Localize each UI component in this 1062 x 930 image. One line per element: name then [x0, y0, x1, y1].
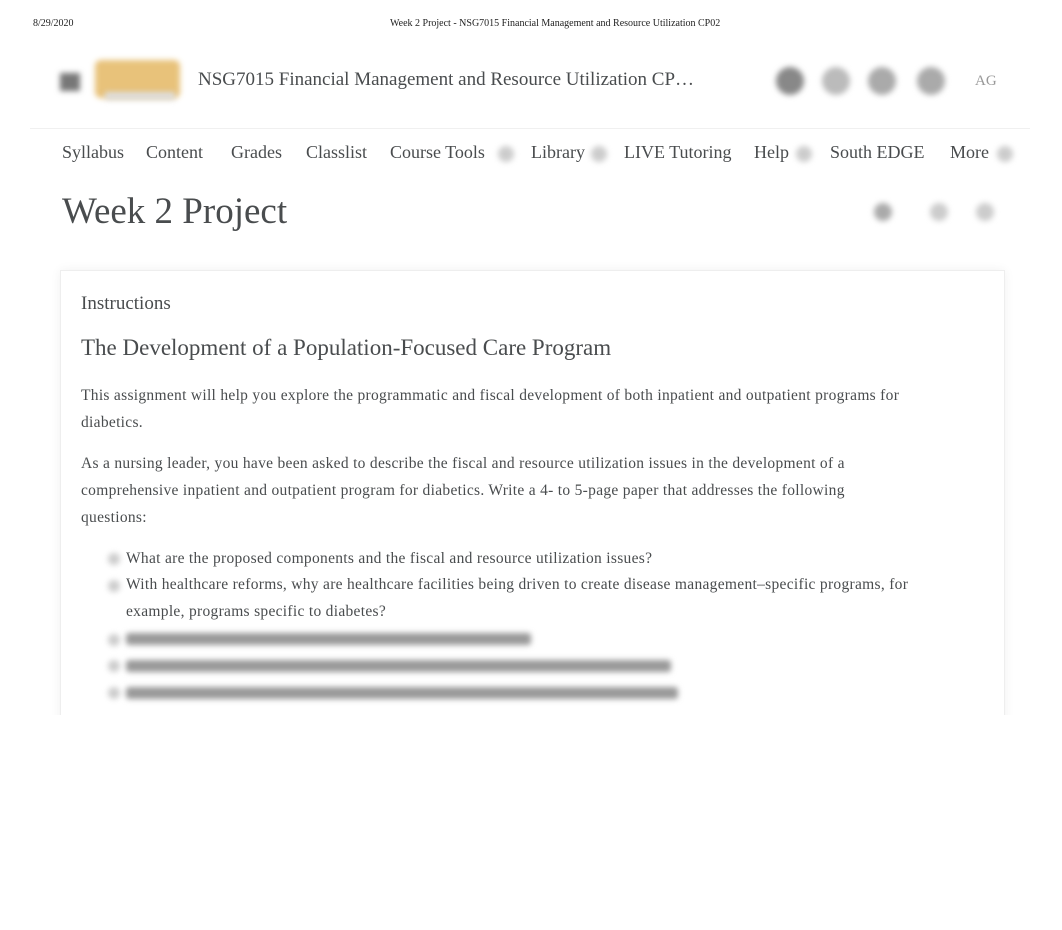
blurred-list-item [126, 633, 531, 645]
nav-help[interactable]: Help [754, 142, 789, 163]
nav-live-tutoring[interactable]: LIVE Tutoring [624, 142, 732, 163]
next-icon[interactable] [976, 203, 994, 221]
page-title: Week 2 Project [62, 191, 288, 232]
user-initials[interactable]: AG [975, 73, 997, 90]
blurred-list-item [126, 660, 671, 672]
course-title[interactable]: NSG7015 Financial Management and Resourc… [198, 69, 694, 91]
print-title: Week 2 Project - NSG7015 Financial Manag… [390, 18, 721, 29]
menu-icon[interactable] [60, 73, 80, 91]
waffle-icon[interactable] [776, 67, 804, 95]
user-avatar-icon[interactable] [917, 67, 945, 95]
notification-icon[interactable] [868, 67, 896, 95]
nav-classlist[interactable]: Classlist [306, 142, 367, 163]
chevron-down-icon[interactable] [591, 146, 607, 162]
paragraph: As a nursing leader, you have been asked… [81, 455, 845, 526]
page-end [0, 715, 1062, 930]
assignment-heading: The Development of a Population-Focused … [81, 335, 612, 360]
bullet-icon [108, 687, 120, 699]
section-label: Instructions [81, 293, 171, 314]
chevron-down-icon[interactable] [997, 146, 1013, 162]
print-date: 8/29/2020 [33, 18, 74, 29]
nav-library[interactable]: Library [531, 142, 585, 163]
bullet-icon [108, 580, 120, 592]
logo-subtext [105, 92, 175, 100]
nav-content[interactable]: Content [146, 142, 203, 163]
nav-south-edge[interactable]: South EDGE [830, 142, 925, 163]
chevron-down-icon[interactable] [796, 146, 812, 162]
nav-more[interactable]: More [950, 142, 989, 163]
nav-course-tools[interactable]: Course Tools [390, 142, 485, 163]
blurred-list-item [126, 687, 678, 699]
list-item: With healthcare reforms, why are healthc… [126, 576, 909, 620]
bullet-icon [108, 553, 120, 565]
previous-icon[interactable] [930, 203, 948, 221]
print-icon[interactable] [874, 203, 892, 221]
chevron-down-icon[interactable] [498, 146, 514, 162]
bullet-icon [108, 660, 120, 672]
message-icon[interactable] [822, 67, 850, 95]
bullet-icon [108, 634, 120, 646]
paragraph: This assignment will help you explore th… [81, 387, 900, 431]
list-item: What are the proposed components and the… [126, 550, 653, 567]
nav-grades[interactable]: Grades [231, 142, 282, 163]
nav-syllabus[interactable]: Syllabus [62, 142, 124, 163]
